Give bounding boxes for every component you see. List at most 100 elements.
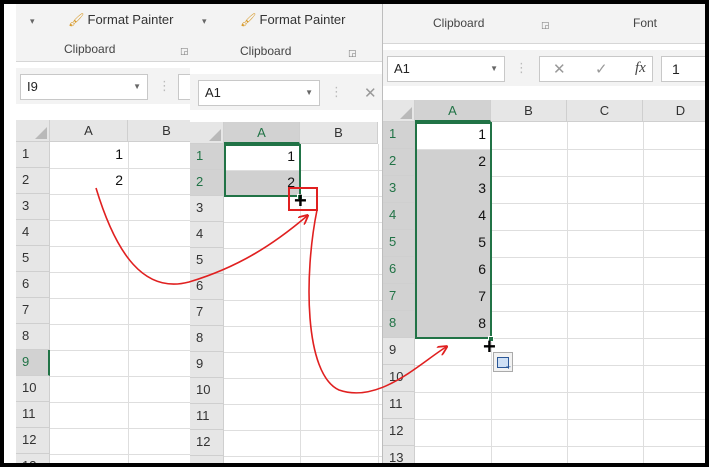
select-all-corner[interactable]: [383, 100, 415, 122]
select-all-corner[interactable]: [16, 120, 50, 142]
row-header[interactable]: 10: [16, 376, 50, 402]
row-header[interactable]: 6: [383, 257, 415, 284]
row-header[interactable]: 3: [16, 194, 50, 220]
cell-a1[interactable]: 1: [50, 142, 128, 168]
selection-range[interactable]: [415, 122, 492, 339]
name-box-dropdown-icon[interactable]: ▼: [133, 82, 141, 91]
insert-function-icon[interactable]: fx: [635, 60, 646, 77]
name-box-dropdown-icon[interactable]: ▼: [305, 88, 313, 97]
row-header[interactable]: 3: [383, 176, 415, 203]
gridline: [50, 324, 198, 325]
clipboard-group-label: Clipboard: [64, 42, 116, 56]
column-header-b[interactable]: B: [128, 120, 198, 142]
panel-step-2: ▾ 🖌 Format Painter Clipboard ◲ A1 ▼ ⋮ ✕ A…: [190, 4, 382, 463]
row-header[interactable]: 5: [16, 246, 50, 272]
column-header-a[interactable]: A: [415, 100, 491, 122]
name-box[interactable]: A1 ▼: [387, 56, 505, 82]
column-header-d[interactable]: D: [643, 100, 705, 122]
row-header[interactable]: 8: [383, 311, 415, 338]
name-box[interactable]: I9 ▼: [20, 74, 148, 100]
row-header[interactable]: 5: [383, 230, 415, 257]
row-header[interactable]: 9: [383, 338, 415, 365]
format-painter-button[interactable]: 🖌 Format Painter: [68, 12, 174, 28]
cancel-icon[interactable]: ✕: [364, 84, 377, 102]
format-painter-button[interactable]: 🖌 Format Painter: [240, 12, 346, 28]
format-painter-icon: 🖌: [240, 12, 257, 27]
dropdown-icon[interactable]: ▾: [30, 16, 35, 27]
row-header[interactable]: 10: [383, 365, 415, 392]
row-header[interactable]: 12: [383, 419, 415, 446]
formula-bar: A1 ▼ ⋮ ✕ ✓ fx 1: [383, 50, 705, 86]
row-header[interactable]: 11: [16, 402, 50, 428]
row-header[interactable]: 3: [190, 196, 224, 222]
worksheet-grid: A B 1 2 3 4 5 6 7 8 9 10 11 12 13: [16, 120, 198, 463]
gridline: [128, 142, 129, 463]
row-header[interactable]: 12: [190, 430, 224, 456]
auto-fill-options-icon[interactable]: [493, 352, 513, 372]
row-header[interactable]: 7: [190, 300, 224, 326]
enter-icon[interactable]: ✓: [595, 60, 608, 78]
row-header[interactable]: 9: [190, 352, 224, 378]
row-header[interactable]: 7: [383, 284, 415, 311]
row-header[interactable]: 7: [16, 298, 50, 324]
row-header[interactable]: 12: [16, 428, 50, 454]
gridline: [415, 419, 705, 420]
gridline: [50, 246, 198, 247]
row-header[interactable]: 13: [190, 456, 224, 463]
cell-a2[interactable]: 2: [50, 168, 128, 194]
gridline: [643, 122, 644, 463]
ribbon: Clipboard ◲ Font: [383, 4, 705, 44]
dialog-launcher-icon[interactable]: ◲: [541, 20, 550, 31]
dialog-launcher-icon[interactable]: ◲: [348, 48, 357, 59]
gridline: [224, 300, 382, 301]
select-all-corner[interactable]: [190, 122, 224, 144]
column-header-c[interactable]: C: [567, 100, 643, 122]
row-header[interactable]: 4: [190, 222, 224, 248]
dialog-launcher-icon[interactable]: ◲: [180, 46, 189, 57]
formula-bar-separator: ⋮: [158, 78, 171, 93]
row-header[interactable]: 8: [190, 326, 224, 352]
column-header-b[interactable]: B: [300, 122, 378, 144]
cancel-icon[interactable]: ✕: [553, 60, 566, 78]
row-header[interactable]: 1: [190, 144, 224, 170]
row-header[interactable]: 5: [190, 248, 224, 274]
row-header[interactable]: 2: [16, 168, 50, 194]
row-header[interactable]: 11: [190, 404, 224, 430]
row-header[interactable]: 1: [383, 122, 415, 149]
row-header[interactable]: 2: [190, 170, 224, 196]
gridline: [224, 248, 382, 249]
gridline: [224, 352, 382, 353]
gridline: [50, 376, 198, 377]
row-header[interactable]: 4: [383, 203, 415, 230]
gridline: [224, 404, 382, 405]
ribbon: ▾ 🖌 Format Painter Clipboard ◲: [190, 4, 382, 62]
formula-bar: A1 ▼ ⋮ ✕: [190, 74, 382, 110]
worksheet-grid: A B 1 2 3 4 5 6 7 8 9 10 11 12 13: [190, 122, 382, 463]
dropdown-icon[interactable]: ▾: [202, 16, 207, 27]
name-box-dropdown-icon[interactable]: ▼: [490, 64, 498, 73]
gridline: [50, 428, 198, 429]
row-header[interactable]: 2: [383, 149, 415, 176]
row-header[interactable]: 13: [16, 454, 50, 463]
row-header[interactable]: 1: [16, 142, 50, 168]
row-header[interactable]: 6: [16, 272, 50, 298]
formula-input[interactable]: 1: [661, 56, 705, 82]
column-header-b[interactable]: B: [491, 100, 567, 122]
worksheet-grid: A B C D 1 2 3 4 5 6 7 8 9 10 11 12 13 1 …: [383, 100, 705, 463]
row-header[interactable]: 10: [190, 378, 224, 404]
gridline: [224, 274, 382, 275]
name-box-value: A1: [205, 85, 221, 100]
column-header-a[interactable]: A: [224, 122, 300, 144]
row-header-active[interactable]: 9: [16, 350, 50, 376]
gridline: [415, 392, 705, 393]
row-header[interactable]: 11: [383, 392, 415, 419]
row-header[interactable]: 4: [16, 220, 50, 246]
column-header-a[interactable]: A: [50, 120, 128, 142]
name-box[interactable]: A1 ▼: [198, 80, 320, 106]
row-header[interactable]: 8: [16, 324, 50, 350]
clipboard-group-label: Clipboard: [433, 16, 485, 30]
fill-handle-crosshair-icon: +: [294, 188, 307, 213]
row-header[interactable]: 13: [383, 446, 415, 463]
row-header[interactable]: 6: [190, 274, 224, 300]
gridline: [50, 454, 198, 455]
